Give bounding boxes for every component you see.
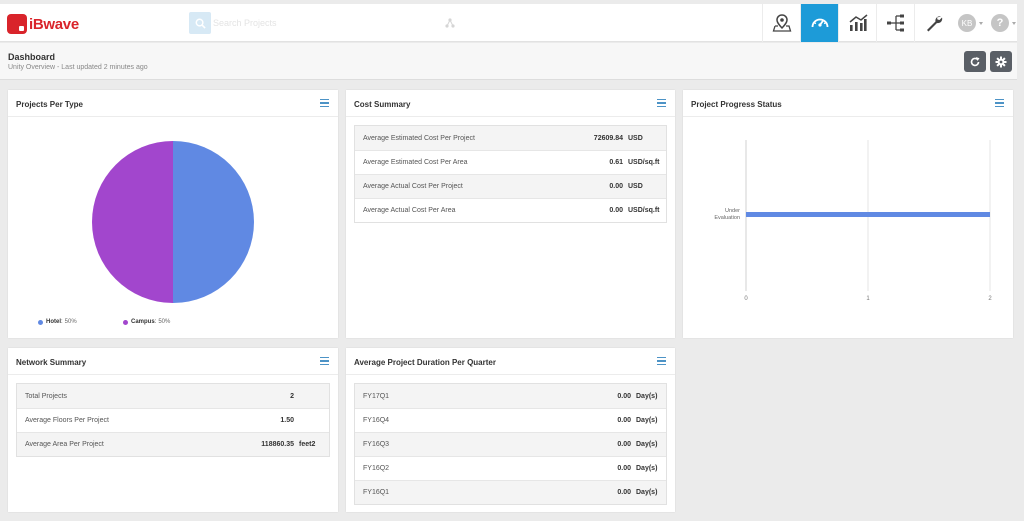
search-icon (195, 18, 206, 29)
nav-tools-button[interactable] (914, 4, 952, 42)
pie-slice-hotel[interactable] (173, 141, 254, 303)
hierarchy-icon (886, 14, 904, 32)
panel-menu-icon[interactable] (320, 99, 329, 107)
help-caret-icon[interactable] (1012, 21, 1016, 25)
y-tick-label: Under (725, 208, 740, 214)
table-row: Average Actual Cost Per Area 0.00 USD/sq.f… (355, 198, 666, 222)
duration-per-quarter-panel: Average Project Duration Per Quarter FY1… (346, 348, 675, 512)
map-pin-icon (772, 14, 791, 32)
table-row: Average Actual Cost Per Project 0.00 USD (355, 174, 666, 198)
logo-text: iBwave (29, 15, 79, 33)
panel-title: Average Project Duration Per Quarter (354, 358, 496, 367)
nav-map-button[interactable] (762, 4, 800, 42)
ibwave-logo[interactable]: iBwave (7, 12, 79, 36)
duration-table: FY17Q1 0.00 Day(s) FY16Q4 0.00 Day(s) FY16Q3… (354, 383, 667, 505)
panel-menu-icon[interactable] (657, 99, 666, 107)
network-summary-panel: Network Summary Total Projects 2 Average … (8, 348, 338, 512)
project-progress-panel: Project Progress Status 0 1 2 Under Evaluati… (683, 90, 1013, 338)
dashboard-gauge-icon (811, 18, 828, 28)
wrench-icon (926, 16, 942, 32)
legend-pct: 50% (64, 319, 77, 325)
pie-chart (92, 141, 254, 303)
page-subtitle: Unity Overview - Last updated 2 minutes … (8, 64, 148, 71)
legend-item-hotel[interactable]: Hotel: 50% (38, 319, 77, 325)
user-avatar[interactable]: KB (958, 14, 976, 32)
y-tick-label: Evaluation (714, 215, 740, 221)
x-tick-label: 0 (744, 296, 748, 302)
refresh-icon (970, 56, 980, 66)
legend-pct: 50% (158, 319, 171, 325)
table-row: FY17Q1 0.00 Day(s) (355, 384, 666, 408)
nav-dashboard-button[interactable] (800, 4, 838, 42)
search-button[interactable] (189, 12, 211, 34)
table-row: FY16Q4 0.00 Day(s) (355, 408, 666, 432)
x-tick-label: 2 (988, 296, 992, 302)
panel-title: Cost Summary (354, 100, 411, 109)
legend-dot (123, 319, 128, 325)
legend-item-campus[interactable]: Campus: 50% (123, 319, 170, 325)
analytics-chart-icon (849, 14, 867, 31)
table-row: Average Floors Per Project 1.50 (17, 408, 329, 432)
gear-icon (995, 56, 1007, 67)
help-button[interactable]: ? (991, 14, 1009, 32)
table-row: Average Area Per Project 118860.35 feet2 (17, 432, 329, 456)
table-row: Average Estimated Cost Per Project 72609.… (355, 126, 666, 150)
x-tick-label: 1 (866, 296, 870, 302)
search-input[interactable] (213, 12, 413, 34)
legend-dot (38, 319, 43, 325)
projects-per-type-panel: Projects Per Type Hotel: 50% Campus: 50% (8, 90, 338, 338)
network-icon (445, 18, 455, 28)
panel-title: Network Summary (16, 358, 87, 367)
table-row: FY16Q1 0.00 Day(s) (355, 480, 666, 504)
user-caret-icon[interactable] (979, 21, 983, 25)
table-row: Total Projects 2 (17, 384, 329, 408)
refresh-button[interactable] (964, 51, 986, 72)
page-header: Dashboard Unity Overview - Last updated … (0, 43, 1017, 80)
logo-mark-icon (7, 14, 27, 34)
top-navbar: iBwave KB ? (0, 4, 1017, 42)
panel-menu-icon[interactable] (320, 357, 329, 365)
panel-menu-icon[interactable] (657, 357, 666, 365)
cost-summary-panel: Cost Summary Average Estimated Cost Per … (346, 90, 675, 338)
legend-label: Hotel (46, 319, 61, 325)
panel-title: Projects Per Type (16, 100, 83, 109)
network-summary-table: Total Projects 2 Average Floors Per Proje… (16, 383, 330, 457)
panel-menu-icon[interactable] (995, 99, 1004, 107)
table-row: Average Estimated Cost Per Area 0.61 USD/s… (355, 150, 666, 174)
nav-hierarchy-button[interactable] (876, 4, 914, 42)
progress-bar-chart: 0 1 2 UnderEvaluation (714, 140, 992, 302)
page-title: Dashboard (8, 52, 56, 62)
table-row: FY16Q3 0.00 Day(s) (355, 432, 666, 456)
cost-summary-table: Average Estimated Cost Per Project 72609.… (354, 125, 667, 223)
settings-button[interactable] (990, 51, 1012, 72)
legend-label: Campus (131, 319, 155, 325)
panel-title: Project Progress Status (691, 100, 782, 109)
progress-bar[interactable] (746, 212, 990, 217)
table-row: FY16Q2 0.00 Day(s) (355, 456, 666, 480)
nav-analytics-button[interactable] (838, 4, 876, 42)
pie-slice-campus[interactable] (92, 141, 173, 303)
